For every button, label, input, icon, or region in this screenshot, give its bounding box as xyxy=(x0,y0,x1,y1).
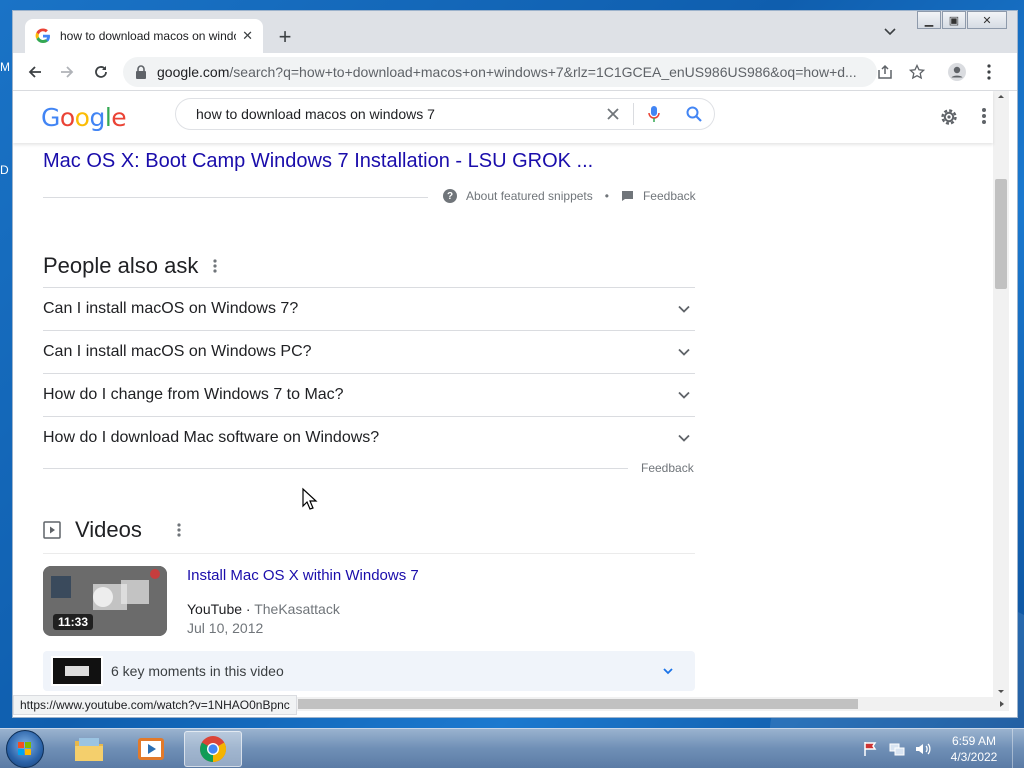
url-text[interactable]: google.com/search?q=how+to+download+maco… xyxy=(157,64,857,80)
reload-icon[interactable] xyxy=(89,60,113,84)
clock-time: 6:59 AM xyxy=(951,734,997,748)
key-moments-expander[interactable]: 6 key moments in this video xyxy=(43,651,695,691)
feedback-link[interactable]: Feedback xyxy=(643,189,696,203)
scroll-down-arrow-icon[interactable] xyxy=(993,687,1009,697)
chevron-down-icon[interactable] xyxy=(661,664,675,678)
network-icon[interactable] xyxy=(888,740,906,758)
paa-question[interactable]: How do I change from Windows 7 to Mac? xyxy=(43,373,695,416)
settings-gear-icon[interactable] xyxy=(937,105,961,129)
show-desktop-button[interactable] xyxy=(1012,729,1024,768)
horizontal-scrollbar-thumb[interactable] xyxy=(298,699,858,709)
video-source: YouTube · TheKasattack xyxy=(187,601,340,617)
lock-icon[interactable] xyxy=(135,65,147,79)
desktop-icon-label[interactable]: M xyxy=(0,60,10,74)
videos-title: Videos xyxy=(75,517,142,542)
tab-strip: how to download macos on windows 7 ✕ + ▁… xyxy=(13,11,1017,53)
browser-toolbar: google.com/search?q=how+to+download+maco… xyxy=(13,53,1017,91)
video-title-link[interactable]: Install Mac OS X within Windows 7 xyxy=(187,567,419,584)
video-thumbnail[interactable]: 11:33 xyxy=(43,566,167,636)
tab-search-chevron-icon[interactable] xyxy=(883,25,903,45)
chevron-down-icon[interactable] xyxy=(677,388,691,402)
people-also-ask-list: Can I install macOS on Windows 7? Can I … xyxy=(43,287,695,459)
chevron-down-icon[interactable] xyxy=(677,302,691,316)
search-box[interactable]: how to download macos on windows 7 xyxy=(175,98,715,130)
tab-close-icon[interactable]: ✕ xyxy=(242,28,253,44)
media-player-icon xyxy=(138,738,164,760)
taskbar: 6:59 AM 4/3/2022 xyxy=(0,728,1024,768)
address-bar[interactable]: google.com/search?q=how+to+download+maco… xyxy=(123,57,877,87)
help-icon[interactable]: ? xyxy=(443,189,457,203)
google-favicon-icon xyxy=(35,28,51,44)
divider xyxy=(43,468,628,469)
window-close-button[interactable]: ✕ xyxy=(967,11,1007,29)
scroll-right-arrow-icon[interactable] xyxy=(997,697,1007,711)
feedback-icon[interactable] xyxy=(621,190,634,202)
paa-question[interactable]: How do I download Mac software on Window… xyxy=(43,416,695,459)
status-bar-url: https://www.youtube.com/watch?v=1NHAO0nB… xyxy=(13,695,297,715)
google-apps-menu-icon[interactable] xyxy=(981,107,1001,127)
windows-logo-icon xyxy=(18,742,31,755)
scrollbar-thumb[interactable] xyxy=(995,179,1007,289)
video-duration: 11:33 xyxy=(53,614,94,630)
divider xyxy=(43,553,695,554)
forward-arrow-icon[interactable] xyxy=(55,60,79,84)
scroll-up-arrow-icon[interactable] xyxy=(993,91,1009,101)
chrome-icon xyxy=(200,736,227,763)
clear-search-icon[interactable] xyxy=(593,99,633,129)
more-options-icon[interactable] xyxy=(177,523,181,537)
restore-button[interactable]: ▣ xyxy=(942,11,966,29)
back-arrow-icon[interactable] xyxy=(23,60,47,84)
tab-title: how to download macos on windows 7 xyxy=(60,29,236,43)
bookmark-star-icon[interactable] xyxy=(905,60,929,84)
about-featured-snippets-link[interactable]: About featured snippets xyxy=(466,189,593,203)
action-center-flag-icon[interactable] xyxy=(862,740,880,758)
more-options-icon[interactable] xyxy=(213,259,217,273)
mouse-cursor-icon xyxy=(302,487,318,510)
people-also-ask-title: People also ask xyxy=(43,253,199,278)
folder-icon xyxy=(75,738,103,761)
chrome-menu-icon[interactable] xyxy=(977,60,1001,84)
search-input[interactable]: how to download macos on windows 7 xyxy=(196,106,593,122)
videos-header: Videos xyxy=(43,517,142,543)
chevron-down-icon[interactable] xyxy=(677,431,691,445)
search-results: Mac OS X: Boot Camp Windows 7 Installati… xyxy=(13,143,993,709)
video-date: Jul 10, 2012 xyxy=(187,620,264,636)
divider xyxy=(43,197,428,198)
separator-dot: • xyxy=(604,189,609,203)
clock-date: 4/3/2022 xyxy=(950,750,998,764)
featured-snippet-footer: ? About featured snippets • Feedback xyxy=(443,189,696,203)
new-tab-button[interactable]: + xyxy=(271,23,299,51)
video-play-icon xyxy=(43,521,61,539)
paa-question[interactable]: Can I install macOS on Windows PC? xyxy=(43,330,695,373)
vertical-scrollbar[interactable] xyxy=(993,91,1009,697)
search-icon[interactable] xyxy=(674,99,714,129)
taskbar-chrome-button[interactable] xyxy=(184,731,242,767)
google-logo[interactable]: Google xyxy=(41,103,127,132)
clock[interactable]: 6:59 AM 4/3/2022 xyxy=(946,733,1002,765)
paa-question[interactable]: Can I install macOS on Windows 7? xyxy=(43,287,695,330)
start-button[interactable] xyxy=(6,730,44,768)
taskbar-explorer-button[interactable] xyxy=(60,731,118,767)
key-moment-thumbnail xyxy=(51,656,103,686)
google-header: Google how to download macos on windows … xyxy=(13,91,993,143)
desktop-icon-label[interactable]: D xyxy=(0,163,9,177)
taskbar-media-player-button[interactable] xyxy=(122,731,180,767)
chevron-down-icon[interactable] xyxy=(677,345,691,359)
system-tray xyxy=(862,729,932,768)
share-icon[interactable] xyxy=(873,60,897,84)
chrome-window: how to download macos on windows 7 ✕ + ▁… xyxy=(12,10,1018,718)
volume-icon[interactable] xyxy=(914,740,932,758)
paa-feedback-link[interactable]: Feedback xyxy=(641,461,694,475)
tab-google-search[interactable]: how to download macos on windows 7 ✕ xyxy=(25,19,263,53)
key-moments-label: 6 key moments in this video xyxy=(111,663,284,679)
featured-result-link[interactable]: Mac OS X: Boot Camp Windows 7 Installati… xyxy=(43,150,593,173)
voice-search-icon[interactable] xyxy=(634,99,674,129)
minimize-button[interactable]: ▁ xyxy=(917,11,941,29)
profile-avatar-icon[interactable] xyxy=(945,60,969,84)
